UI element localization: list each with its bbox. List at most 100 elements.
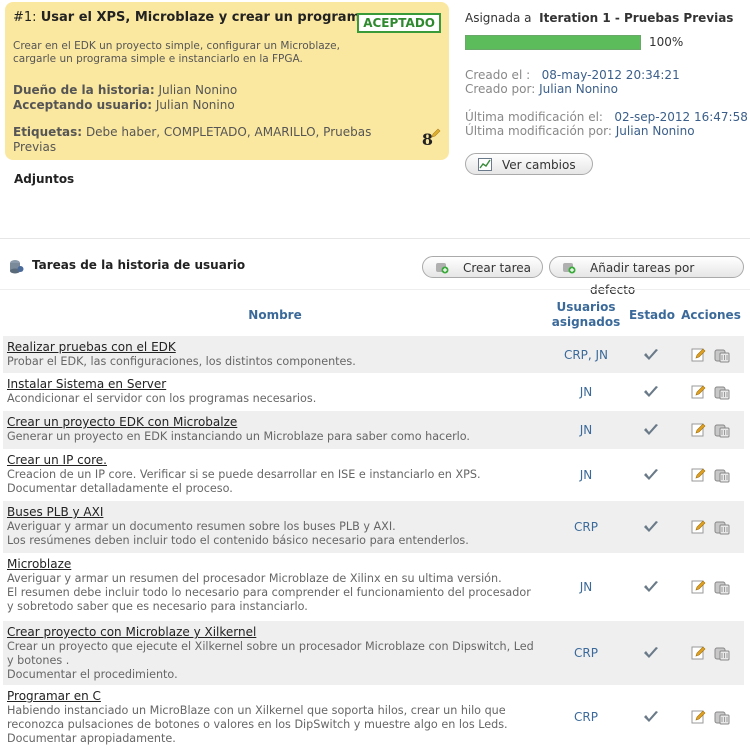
edit-icon[interactable] xyxy=(691,422,706,437)
task-name-link[interactable]: Programar en C xyxy=(7,689,101,703)
column-header-state: Estado xyxy=(628,308,675,322)
table-row: Crear proyecto con Microblaze y Xilkerne… xyxy=(3,621,744,685)
edit-icon[interactable] xyxy=(691,384,706,399)
users-header-line1: Usuarios xyxy=(556,300,616,314)
task-description: Habiendo instanciado un MicroBlaze con u… xyxy=(7,704,508,745)
modified-on-value: 02-sep-2012 16:47:58 xyxy=(614,110,748,124)
delete-icon[interactable] xyxy=(713,384,730,400)
edit-icon[interactable] xyxy=(691,645,706,660)
checkmark-icon xyxy=(644,424,658,435)
edit-icon[interactable] xyxy=(691,347,706,362)
column-header-actions: Acciones xyxy=(681,308,741,322)
created-on-line: Creado el : 08-may-2012 20:34:21 xyxy=(465,68,680,82)
create-task-label: Crear tarea xyxy=(463,261,531,275)
accepting-label: Acceptando usuario xyxy=(13,98,148,112)
view-changes-label: Ver cambios xyxy=(502,158,576,172)
progress-fill xyxy=(466,36,640,49)
iteration-name[interactable]: Iteration 1 - Pruebas Previas xyxy=(539,11,733,25)
task-assigned-users[interactable]: JN xyxy=(551,423,621,437)
task-description: Averiguar y armar un documento resumen s… xyxy=(7,520,469,547)
divider xyxy=(0,289,750,290)
task-assigned-users[interactable]: JN xyxy=(551,580,621,594)
task-assigned-users[interactable]: JN xyxy=(551,385,621,399)
task-name-link[interactable]: Realizar pruebas con el EDK xyxy=(7,340,176,354)
task-name-link[interactable]: Instalar Sistema en Server xyxy=(7,377,166,391)
tags-label: Etiquetas xyxy=(13,125,78,139)
delete-icon[interactable] xyxy=(713,467,730,483)
story-accepting: Acceptando usuario: Julian Nonino xyxy=(13,98,235,112)
accepting-value: Julian Nonino xyxy=(155,98,235,112)
add-default-tasks-button[interactable]: Añadir tareas por defecto xyxy=(549,256,744,297)
edit-points-icon[interactable] xyxy=(431,128,441,138)
table-row: Buses PLB y AXI Averiguar y armar un docu… xyxy=(3,501,744,553)
table-row: Realizar pruebas con el EDK Probar el EDK… xyxy=(3,336,744,373)
checkmark-icon xyxy=(644,581,658,592)
task-name-link[interactable]: Crear proyecto con Microblaze y Xilkerne… xyxy=(7,625,256,639)
task-name-link[interactable]: Crear un IP core. xyxy=(7,453,107,467)
checkmark-icon xyxy=(644,348,658,360)
add-default-tasks-icon xyxy=(563,263,576,274)
attachments-heading: Adjuntos xyxy=(14,172,75,186)
edit-icon[interactable] xyxy=(691,519,706,534)
story-tags: Etiquetas: Debe haber, COMPLETADO, AMARI… xyxy=(13,125,372,154)
delete-icon[interactable] xyxy=(713,422,730,438)
create-task-button[interactable]: Crear tarea xyxy=(422,256,543,278)
modified-by-label: Última modificación por: xyxy=(465,124,612,138)
users-header-line2: asignados xyxy=(551,315,621,329)
task-name-link[interactable]: Crear un proyecto EDK con Microbalze xyxy=(7,415,237,429)
chart-icon xyxy=(478,158,492,171)
task-description: Averiguar y armar un resumen del procesa… xyxy=(7,572,531,613)
tasks-icon xyxy=(10,260,24,274)
progress-text: 100% xyxy=(649,35,684,49)
owner-value: Julian Nonino xyxy=(158,83,238,97)
table-row: Programar en C Habiendo instanciado un Mi… xyxy=(3,685,744,748)
edit-icon[interactable] xyxy=(691,579,706,594)
task-assigned-users[interactable]: CRP xyxy=(551,520,621,534)
status-badge: ACEPTADO xyxy=(357,13,441,33)
delete-icon[interactable] xyxy=(713,709,730,725)
task-name-link[interactable]: Buses PLB y AXI xyxy=(7,505,103,519)
task-assigned-users[interactable]: CRP, JN xyxy=(551,348,621,362)
checkmark-icon xyxy=(644,710,658,722)
checkmark-icon xyxy=(644,386,658,397)
task-name-link[interactable]: Microblaze xyxy=(7,557,71,571)
task-assigned-users[interactable]: JN xyxy=(551,468,621,482)
checkmark-icon xyxy=(644,647,658,658)
task-description: Generar un proyecto en EDK instanciando … xyxy=(7,430,470,443)
progress-bar xyxy=(465,35,641,50)
checkmark-icon xyxy=(644,521,658,532)
edit-icon[interactable] xyxy=(691,709,706,724)
task-description: Creacion de un IP core. Verificar si se … xyxy=(7,468,481,495)
delete-icon[interactable] xyxy=(713,519,730,535)
story-card: #1: Usar el XPS, Microblaze y crear un p… xyxy=(5,2,449,160)
task-description: Acondicionar el servidor con los program… xyxy=(7,392,317,405)
task-description: Probar el EDK, las configuraciones, los … xyxy=(7,355,356,368)
modified-on-label: Última modificación el: xyxy=(465,110,603,124)
story-title: #1: Usar el XPS, Microblaze y crear un p… xyxy=(13,10,374,25)
delete-icon[interactable] xyxy=(713,579,730,595)
task-assigned-users[interactable]: CRP xyxy=(551,646,621,660)
task-description: Crear un proyecto que ejecute el Xilkern… xyxy=(7,640,534,681)
view-changes-button[interactable]: Ver cambios xyxy=(465,153,593,175)
task-assigned-users[interactable]: CRP xyxy=(551,710,621,724)
add-task-icon xyxy=(436,263,449,274)
table-row: Crear un IP core. Creacion de un IP core.… xyxy=(3,449,744,501)
created-by-line: Creado por: Julian Nonino xyxy=(465,82,618,96)
table-row: Microblaze Averiguar y armar un resumen d… xyxy=(3,553,744,621)
modified-by-line: Última modificación por: Julian Nonino xyxy=(465,124,695,138)
created-on-label: Creado el : xyxy=(465,68,531,82)
delete-icon[interactable] xyxy=(713,347,730,363)
story-owner: Dueño de la historia: Julian Nonino xyxy=(13,83,238,97)
edit-icon[interactable] xyxy=(691,467,706,482)
modified-on-line: Última modificación el: 02-sep-2012 16:4… xyxy=(465,110,748,124)
column-header-name[interactable]: Nombre xyxy=(230,308,320,322)
add-default-tasks-label: Añadir tareas por defecto xyxy=(590,261,695,297)
story-title-text: Usar el XPS, Microblaze y crear un progr… xyxy=(40,10,374,25)
table-row: Crear un proyecto EDK con Microbalze Gene… xyxy=(3,411,744,449)
created-by-label: Creado por: xyxy=(465,82,536,96)
story-description: Crear en el EDK un proyecto simple, conf… xyxy=(13,40,340,65)
table-row: Instalar Sistema en Server Acondicionar e… xyxy=(3,373,744,411)
created-by-value: Julian Nonino xyxy=(539,82,618,96)
delete-icon[interactable] xyxy=(713,645,730,661)
column-header-users: Usuarios asignados xyxy=(548,300,624,330)
